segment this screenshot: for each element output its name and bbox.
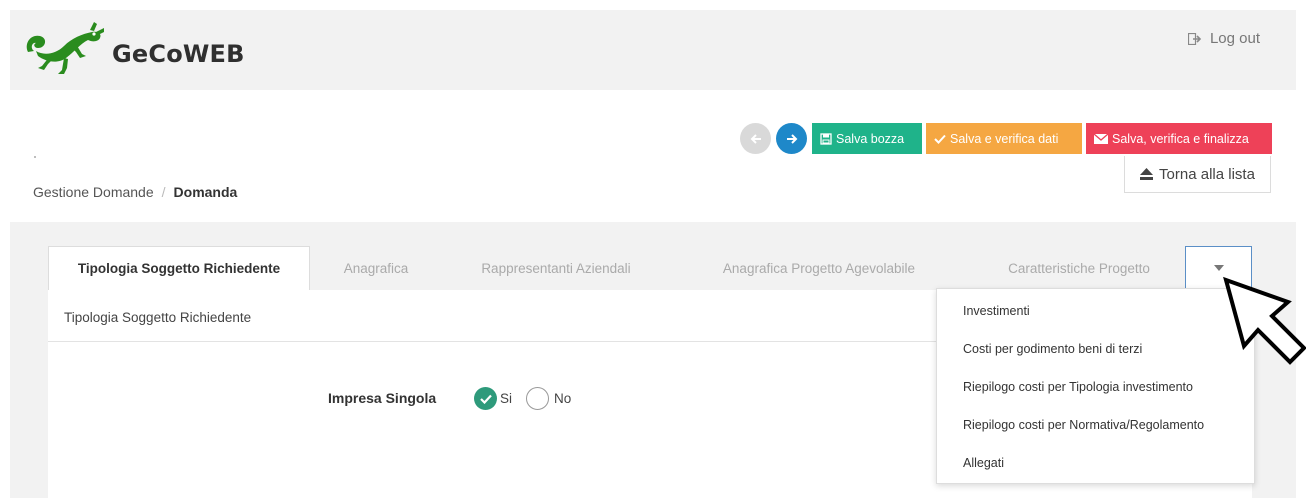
tab-rappresentanti-aziendali[interactable]: Rappresentanti Aziendali <box>442 246 670 290</box>
envelope-icon <box>1094 133 1108 144</box>
menu-item-riepilogo-tipologia[interactable]: Riepilogo costi per Tipologia investimen… <box>963 380 1193 394</box>
back-to-list-button[interactable]: Torna alla lista <box>1124 156 1271 193</box>
save-verify-label: Salva e verifica dati <box>950 131 1059 146</box>
next-step-button[interactable] <box>776 123 807 154</box>
arrow-left-icon <box>750 133 761 144</box>
tab-bar: Tipologia Soggetto Richiedente Anagrafic… <box>48 246 1252 290</box>
app-brand-title: GeCoWEB <box>112 40 245 68</box>
menu-item-investimenti[interactable]: Investimenti <box>963 304 1030 318</box>
tab-tipologia-soggetto[interactable]: Tipologia Soggetto Richiedente <box>48 246 310 290</box>
sign-out-icon <box>1187 32 1202 45</box>
arrow-pointer-icon <box>1223 276 1306 365</box>
caret-down-icon <box>1213 265 1224 271</box>
gecko-logo-icon <box>26 22 104 74</box>
save-verify-finalize-button[interactable]: Salva, verifica e finalizza <box>1086 123 1272 154</box>
radio-no-label: No <box>554 391 572 406</box>
check-icon <box>934 134 946 144</box>
menu-item-costi-godimento[interactable]: Costi per godimento beni di terzi <box>963 342 1142 356</box>
radio-si-label: Si <box>500 391 513 406</box>
radio-si[interactable] <box>474 387 497 410</box>
tab-anagrafica-progetto[interactable]: Anagrafica Progetto Agevolabile <box>670 246 968 290</box>
breadcrumb: Gestione Domande / Domanda <box>33 184 237 200</box>
previous-step-button[interactable] <box>740 123 771 154</box>
eject-icon <box>1140 168 1154 180</box>
save-verify-finalize-label: Salva, verifica e finalizza <box>1112 131 1249 146</box>
save-draft-button[interactable]: Salva bozza <box>812 123 922 154</box>
breadcrumb-current: Domanda <box>173 184 238 200</box>
app-header: GeCoWEB Log out <box>10 10 1296 90</box>
breadcrumb-separator: / <box>161 184 166 200</box>
breadcrumb-parent-link[interactable]: Gestione Domande <box>33 184 154 200</box>
decorative-dot <box>34 156 36 158</box>
menu-item-allegati[interactable]: Allegati <box>963 456 1004 470</box>
save-draft-label: Salva bozza <box>836 131 905 146</box>
logout-label: Log out <box>1209 30 1260 47</box>
section-title: Tipologia Soggetto Richiedente <box>64 310 252 325</box>
impresa-singola-label: Impresa Singola <box>328 390 437 406</box>
back-to-list-label: Torna alla lista <box>1159 165 1255 183</box>
tab-caratteristiche-progetto[interactable]: Caratteristiche Progetto <box>968 246 1190 290</box>
tab-dropdown-menu: Investimenti Costi per godimento beni di… <box>936 288 1255 484</box>
floppy-disk-icon <box>820 132 832 145</box>
radio-no[interactable] <box>526 387 549 410</box>
logout-link[interactable]: Log out <box>1187 30 1260 47</box>
tab-anagrafica[interactable]: Anagrafica <box>310 246 442 290</box>
save-verify-button[interactable]: Salva e verifica dati <box>926 123 1082 154</box>
arrow-right-icon <box>786 133 797 144</box>
check-icon <box>479 394 492 404</box>
menu-item-riepilogo-normativa[interactable]: Riepilogo costi per Normativa/Regolament… <box>963 418 1204 432</box>
